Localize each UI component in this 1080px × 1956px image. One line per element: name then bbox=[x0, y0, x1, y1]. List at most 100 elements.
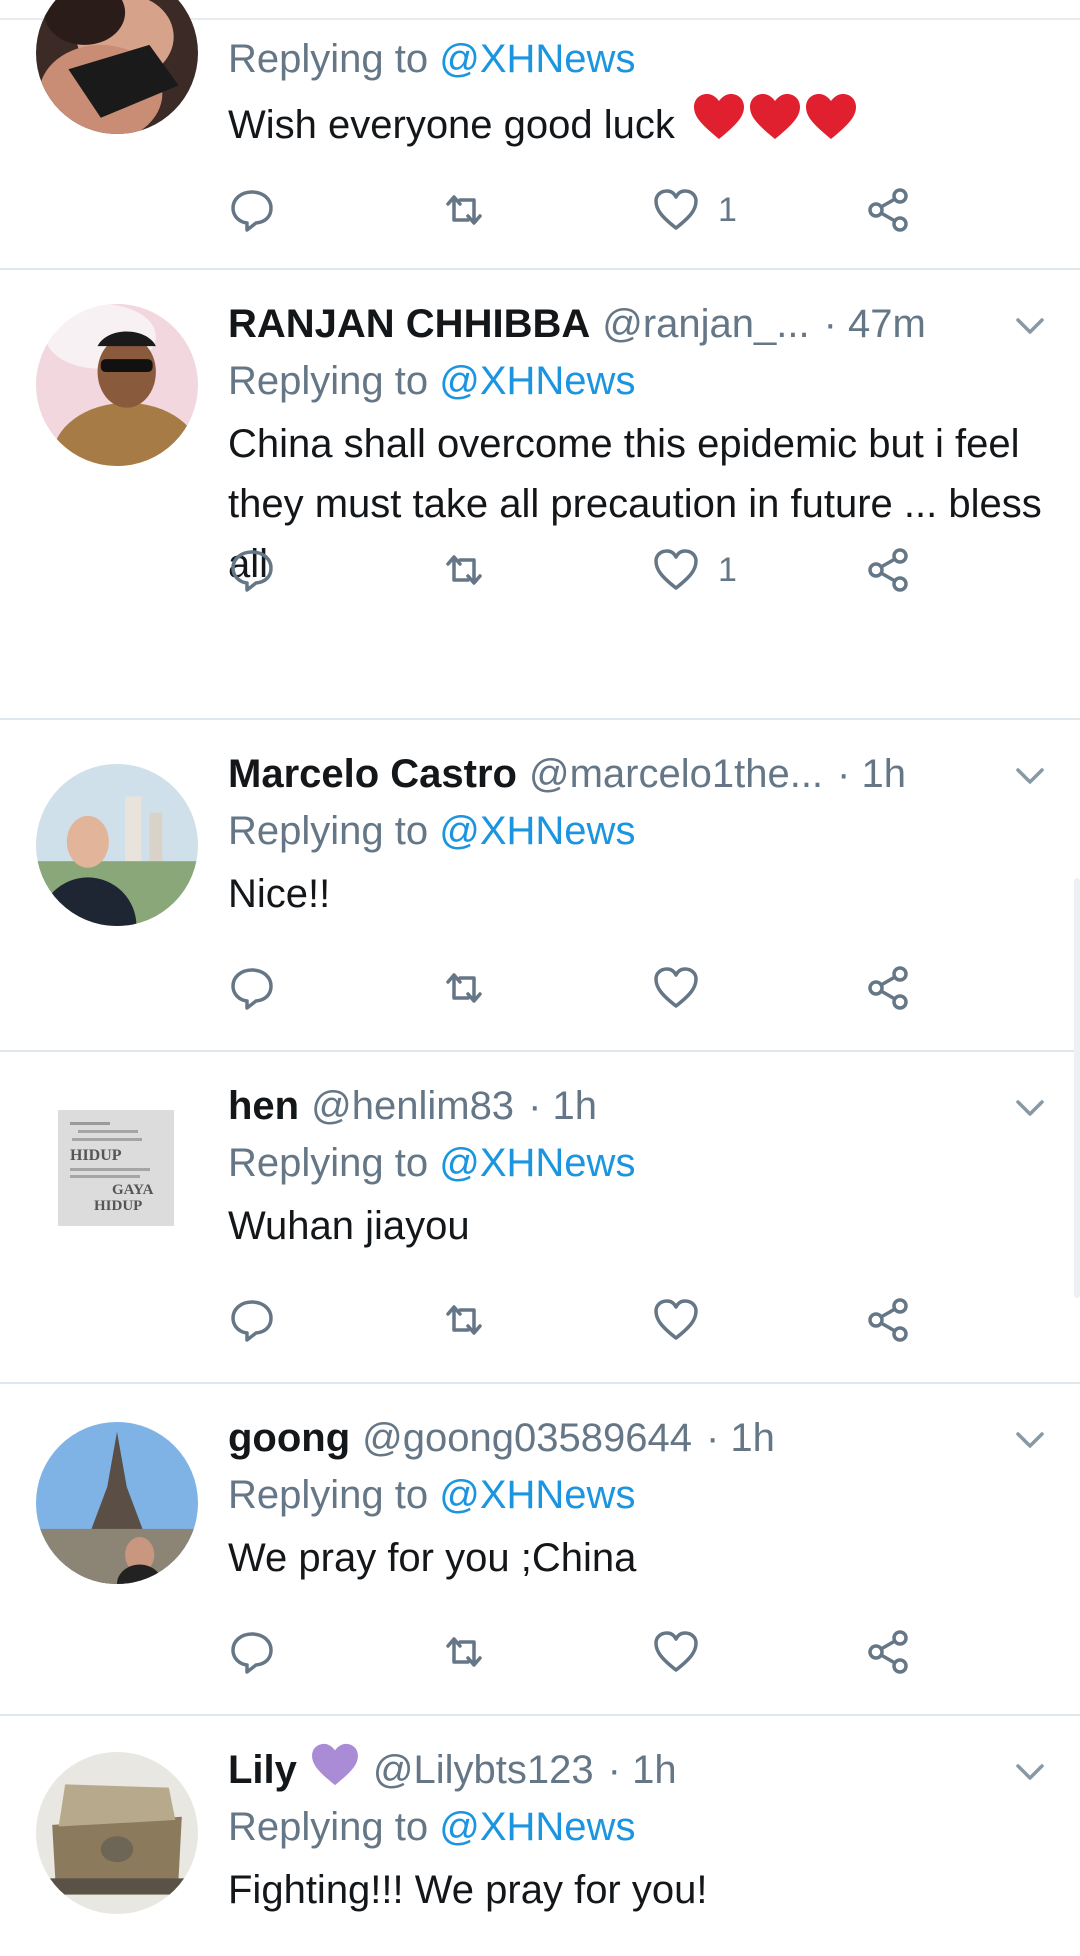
reply-icon bbox=[231, 190, 273, 232]
mention-link[interactable]: @XHNews bbox=[439, 1805, 635, 1849]
reply-button[interactable] bbox=[228, 1292, 276, 1348]
reply-icon bbox=[231, 968, 273, 1010]
replying-to: Replying to @XHNews bbox=[228, 37, 636, 81]
tweet-header: Marcelo Castro @marcelo1the... · 1h bbox=[228, 750, 1050, 798]
mention-link[interactable]: @XHNews bbox=[439, 809, 635, 853]
avatar-image bbox=[36, 0, 198, 134]
avatar[interactable] bbox=[36, 764, 198, 926]
display-name[interactable]: Lily bbox=[228, 1748, 297, 1793]
user-handle[interactable]: @henlim83 bbox=[311, 1084, 514, 1129]
replying-to: Replying to @XHNews bbox=[228, 809, 636, 853]
avatar[interactable] bbox=[36, 1752, 198, 1914]
like-icon bbox=[654, 189, 698, 230]
tweet-card[interactable]: Replying to @XHNews Wish everyone good l… bbox=[0, 0, 1080, 270]
reply-icon bbox=[231, 1300, 273, 1342]
like-icon bbox=[654, 967, 698, 1008]
reply-button[interactable] bbox=[228, 542, 276, 598]
avatar-image bbox=[36, 1422, 198, 1584]
mention-link[interactable]: @XHNews bbox=[439, 1473, 635, 1517]
like-count: 1 bbox=[718, 190, 737, 229]
tweet-text: Wuhan jiayou bbox=[228, 1204, 470, 1248]
retweet-button[interactable] bbox=[440, 542, 488, 598]
red-heart-icon bbox=[804, 93, 858, 161]
avatar-image bbox=[36, 764, 198, 926]
avatar-image bbox=[36, 1752, 198, 1914]
share-icon bbox=[868, 966, 908, 1010]
avatar[interactable] bbox=[36, 0, 198, 134]
avatar[interactable] bbox=[36, 1422, 198, 1584]
share-button[interactable] bbox=[864, 1624, 912, 1680]
retweet-icon bbox=[446, 555, 482, 585]
reply-button[interactable] bbox=[228, 1624, 276, 1680]
user-handle[interactable]: @ranjan_... bbox=[602, 302, 809, 347]
red-heart-icon bbox=[692, 93, 746, 161]
mention-link[interactable]: @XHNews bbox=[439, 359, 635, 403]
retweet-icon bbox=[446, 195, 482, 225]
share-button[interactable] bbox=[864, 182, 912, 238]
like-button[interactable] bbox=[652, 1624, 718, 1680]
display-name[interactable]: hen bbox=[228, 1084, 299, 1129]
tweet-text: Wish everyone good luck bbox=[228, 92, 1050, 158]
retweet-button[interactable] bbox=[440, 1624, 488, 1680]
tweet-card[interactable]: RANJAN CHHIBBA @ranjan_... · 47m Replyin… bbox=[0, 270, 1080, 720]
like-button[interactable] bbox=[652, 1292, 718, 1348]
svg-text:GAYA: GAYA bbox=[112, 1182, 154, 1198]
tweet-header: RANJAN CHHIBBA @ranjan_... · 47m bbox=[228, 300, 1050, 348]
tweet-header: Lily @Lilybts123 · 1h bbox=[228, 1743, 1050, 1794]
reply-button[interactable] bbox=[228, 182, 276, 238]
avatar[interactable] bbox=[36, 304, 198, 466]
replying-to: Replying to @XHNews bbox=[228, 1805, 636, 1849]
mention-link[interactable]: @XHNews bbox=[439, 37, 635, 81]
share-icon bbox=[868, 548, 908, 592]
chevron-down-icon[interactable] bbox=[1010, 756, 1050, 796]
avatar-image bbox=[36, 304, 198, 466]
timestamp: · 1h bbox=[607, 1747, 677, 1792]
reply-button[interactable] bbox=[228, 960, 276, 1016]
tweet-card[interactable]: Marcelo Castro @marcelo1the... · 1h Repl… bbox=[0, 720, 1080, 1052]
chevron-down-icon[interactable] bbox=[1010, 1420, 1050, 1460]
display-name[interactable]: Marcelo Castro bbox=[228, 752, 517, 797]
share-icon bbox=[868, 1630, 908, 1674]
user-handle[interactable]: @Lilybts123 bbox=[373, 1748, 594, 1793]
timestamp: · 47m bbox=[823, 301, 926, 346]
retweet-button[interactable] bbox=[440, 1292, 488, 1348]
chevron-down-icon[interactable] bbox=[1010, 1752, 1050, 1792]
replying-to: Replying to @XHNews bbox=[228, 359, 636, 403]
like-count: 1 bbox=[718, 550, 737, 589]
tweet-header: hen @henlim83 · 1h bbox=[228, 1082, 1050, 1130]
tweet-card[interactable]: Lily @Lilybts123 · 1h Replying to @XHNew… bbox=[0, 1716, 1080, 1956]
mention-link[interactable]: @XHNews bbox=[439, 1141, 635, 1185]
tweet-header: goong @goong03589644 · 1h bbox=[228, 1414, 1050, 1462]
retweet-button[interactable] bbox=[440, 182, 488, 238]
user-handle[interactable]: @goong03589644 bbox=[362, 1416, 692, 1461]
retweet-icon bbox=[446, 1637, 482, 1667]
user-handle[interactable]: @marcelo1the... bbox=[529, 752, 823, 797]
timestamp: · 1h bbox=[705, 1415, 775, 1460]
retweet-icon bbox=[446, 973, 482, 1003]
like-icon bbox=[654, 549, 698, 590]
chevron-down-icon[interactable] bbox=[1010, 306, 1050, 346]
like-button[interactable]: 1 bbox=[652, 542, 737, 598]
share-button[interactable] bbox=[864, 542, 912, 598]
reply-icon bbox=[231, 1632, 273, 1674]
like-button[interactable] bbox=[652, 960, 718, 1016]
share-button[interactable] bbox=[864, 960, 912, 1016]
reply-icon bbox=[231, 550, 273, 592]
tweet-card[interactable]: HIDUP GAYA HIDUP hen @henlim83 · 1h Repl… bbox=[0, 1052, 1080, 1384]
scrollbar[interactable] bbox=[1074, 878, 1080, 1298]
display-name[interactable]: RANJAN CHHIBBA bbox=[228, 302, 590, 347]
retweet-button[interactable] bbox=[440, 960, 488, 1016]
chevron-down-icon[interactable] bbox=[1010, 1088, 1050, 1128]
retweet-icon bbox=[446, 1305, 482, 1335]
avatar[interactable]: HIDUP GAYA HIDUP bbox=[58, 1110, 174, 1226]
tweet-card[interactable]: goong @goong03589644 · 1h Replying to @X… bbox=[0, 1384, 1080, 1716]
like-button[interactable]: 1 bbox=[652, 182, 737, 238]
avatar-image: HIDUP GAYA HIDUP bbox=[58, 1110, 174, 1226]
red-heart-icon bbox=[748, 93, 802, 161]
svg-text:HIDUP: HIDUP bbox=[94, 1198, 142, 1214]
share-button[interactable] bbox=[864, 1292, 912, 1348]
tweet-text: We pray for you ;China bbox=[228, 1536, 637, 1580]
share-icon bbox=[868, 1298, 908, 1342]
display-name[interactable]: goong bbox=[228, 1416, 350, 1461]
share-icon bbox=[868, 188, 908, 232]
